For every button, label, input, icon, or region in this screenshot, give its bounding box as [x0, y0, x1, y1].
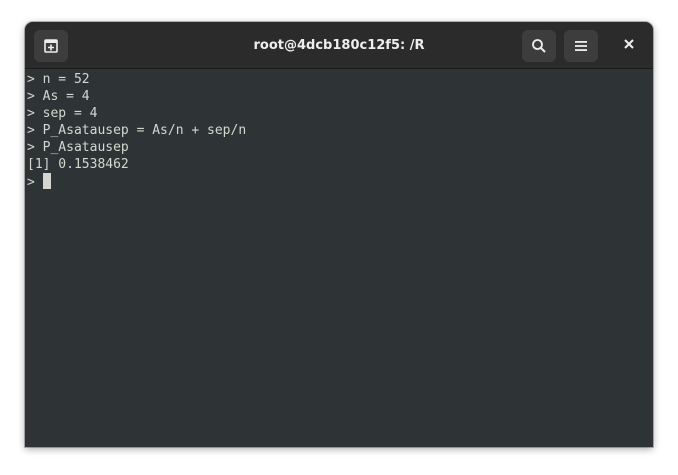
search-icon [531, 38, 547, 54]
new-tab-icon [43, 38, 59, 54]
terminal-line: [1] 0.1538462 [27, 157, 129, 172]
headerbar: root@4dcb180c12f5: /R [25, 22, 653, 69]
close-button[interactable] [612, 30, 646, 62]
menu-button[interactable] [564, 30, 598, 62]
terminal-line: > sep = 4 [27, 106, 98, 121]
terminal-line: > P_Asatausep [27, 140, 129, 155]
terminal-output[interactable]: > n = 52 > As = 4 > sep = 4 > P_Asatause… [25, 70, 653, 447]
search-button[interactable] [522, 30, 556, 62]
close-icon [623, 37, 635, 55]
terminal-window: root@4dcb180c12f5: /R > n = 52 > As = 4 … [25, 22, 653, 447]
text-cursor [42, 173, 51, 189]
hamburger-menu-icon [574, 39, 588, 53]
terminal-line: > n = 52 [27, 72, 90, 87]
terminal-line: > As = 4 [27, 89, 90, 104]
prompt-line[interactable]: > [27, 173, 653, 190]
window-title: root@4dcb180c12f5: /R [253, 38, 425, 53]
terminal-line: > P_Asatausep = As/n + sep/n [27, 123, 247, 138]
new-tab-button[interactable] [34, 30, 68, 62]
prompt: > [27, 175, 43, 190]
